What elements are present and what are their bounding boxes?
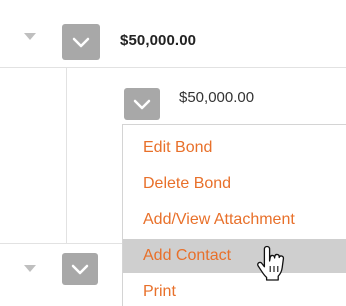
menu-item-edit-bond[interactable]: Edit Bond xyxy=(123,131,346,165)
bond-row: $50,000.00 xyxy=(0,0,346,68)
menu-item-add-contact[interactable]: Add Contact xyxy=(123,239,346,273)
detail-amount: $50,000.00 xyxy=(179,89,255,106)
caret-down-icon[interactable] xyxy=(24,265,36,272)
bond-amount: $50,000.00 xyxy=(120,32,197,49)
detail-actions-button[interactable] xyxy=(124,88,160,120)
chevron-down-icon xyxy=(72,37,90,48)
chevron-down-icon xyxy=(133,99,151,110)
bonds-list: $50,000.00 $50,000.00 Edit Bond Delete B… xyxy=(0,0,346,306)
hand-pointer-cursor-icon xyxy=(257,245,285,281)
chevron-down-icon xyxy=(71,264,89,275)
menu-item-delete-bond[interactable]: Delete Bond xyxy=(123,167,346,201)
menu-item-print[interactable]: Print xyxy=(123,275,346,306)
tree-connector-line xyxy=(66,68,67,243)
row-actions-button[interactable] xyxy=(62,253,98,285)
row-actions-button[interactable] xyxy=(62,24,100,60)
menu-item-add-view-attachment[interactable]: Add/View Attachment xyxy=(123,203,346,237)
actions-dropdown-menu: Edit Bond Delete Bond Add/View Attachmen… xyxy=(122,124,346,306)
row-divider xyxy=(0,243,122,244)
caret-down-icon[interactable] xyxy=(24,33,36,40)
